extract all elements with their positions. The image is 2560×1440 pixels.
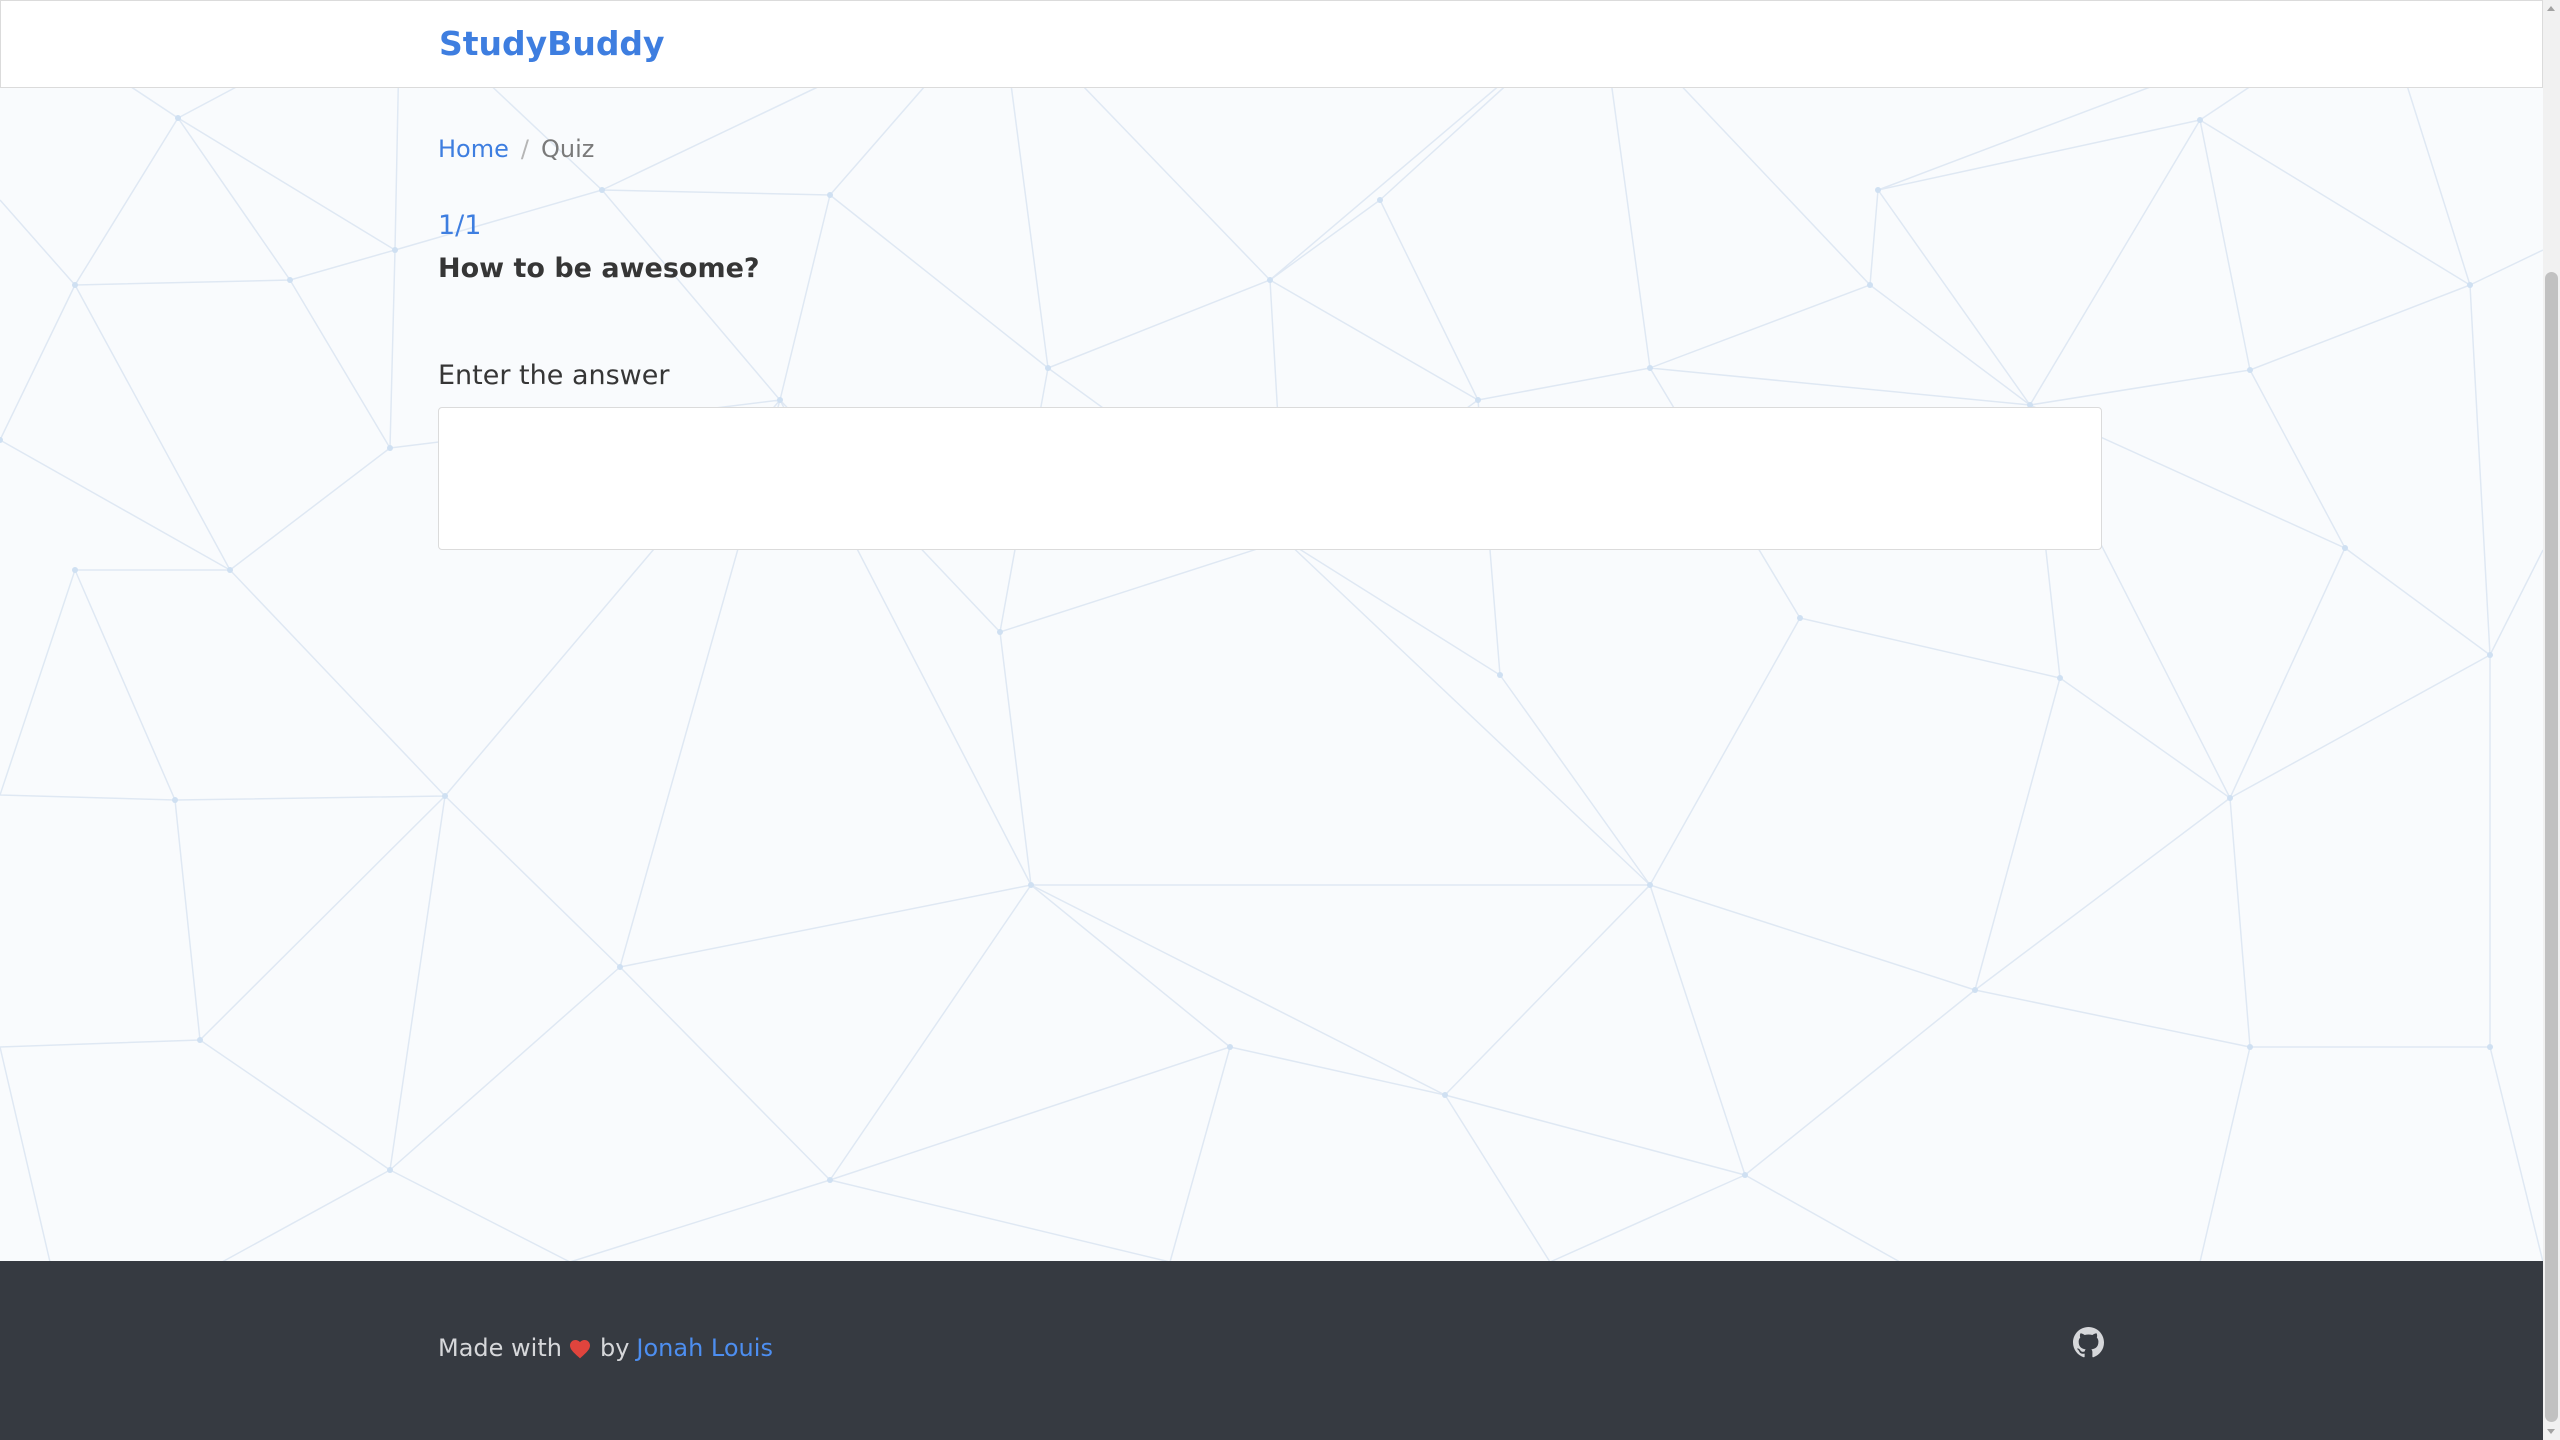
page-scrollbar[interactable] xyxy=(2543,0,2560,1440)
breadcrumb: Home / Quiz xyxy=(438,134,594,165)
answer-textarea[interactable] xyxy=(438,407,2102,550)
background-pattern xyxy=(0,0,2543,1262)
navbar: StudyBuddy xyxy=(0,0,2543,88)
scrollbar-thumb[interactable] xyxy=(2545,272,2558,1422)
scroll-down-arrow-icon[interactable] xyxy=(2547,1429,2555,1434)
answer-label: Enter the answer xyxy=(438,360,670,391)
author-link[interactable]: Jonah Louis xyxy=(636,1333,773,1364)
github-link[interactable] xyxy=(2073,1327,2104,1358)
footer: Made with by Jonah Louis xyxy=(0,1261,2543,1440)
brand-logo-link[interactable]: StudyBuddy xyxy=(439,23,665,66)
question-progress: 1/1 xyxy=(438,210,482,241)
footer-made-with-text: Made with xyxy=(438,1334,562,1362)
breadcrumb-current-quiz: Quiz xyxy=(540,135,595,163)
heart-icon xyxy=(569,1339,590,1358)
github-icon xyxy=(2073,1327,2104,1358)
breadcrumb-home-link[interactable]: Home xyxy=(438,134,509,165)
footer-credit: Made with by Jonah Louis xyxy=(438,1333,773,1364)
question-title: How to be awesome? xyxy=(438,253,760,284)
scroll-up-arrow-icon[interactable] xyxy=(2547,6,2555,11)
footer-by-text: by xyxy=(599,1334,630,1362)
breadcrumb-separator: / xyxy=(520,135,529,163)
